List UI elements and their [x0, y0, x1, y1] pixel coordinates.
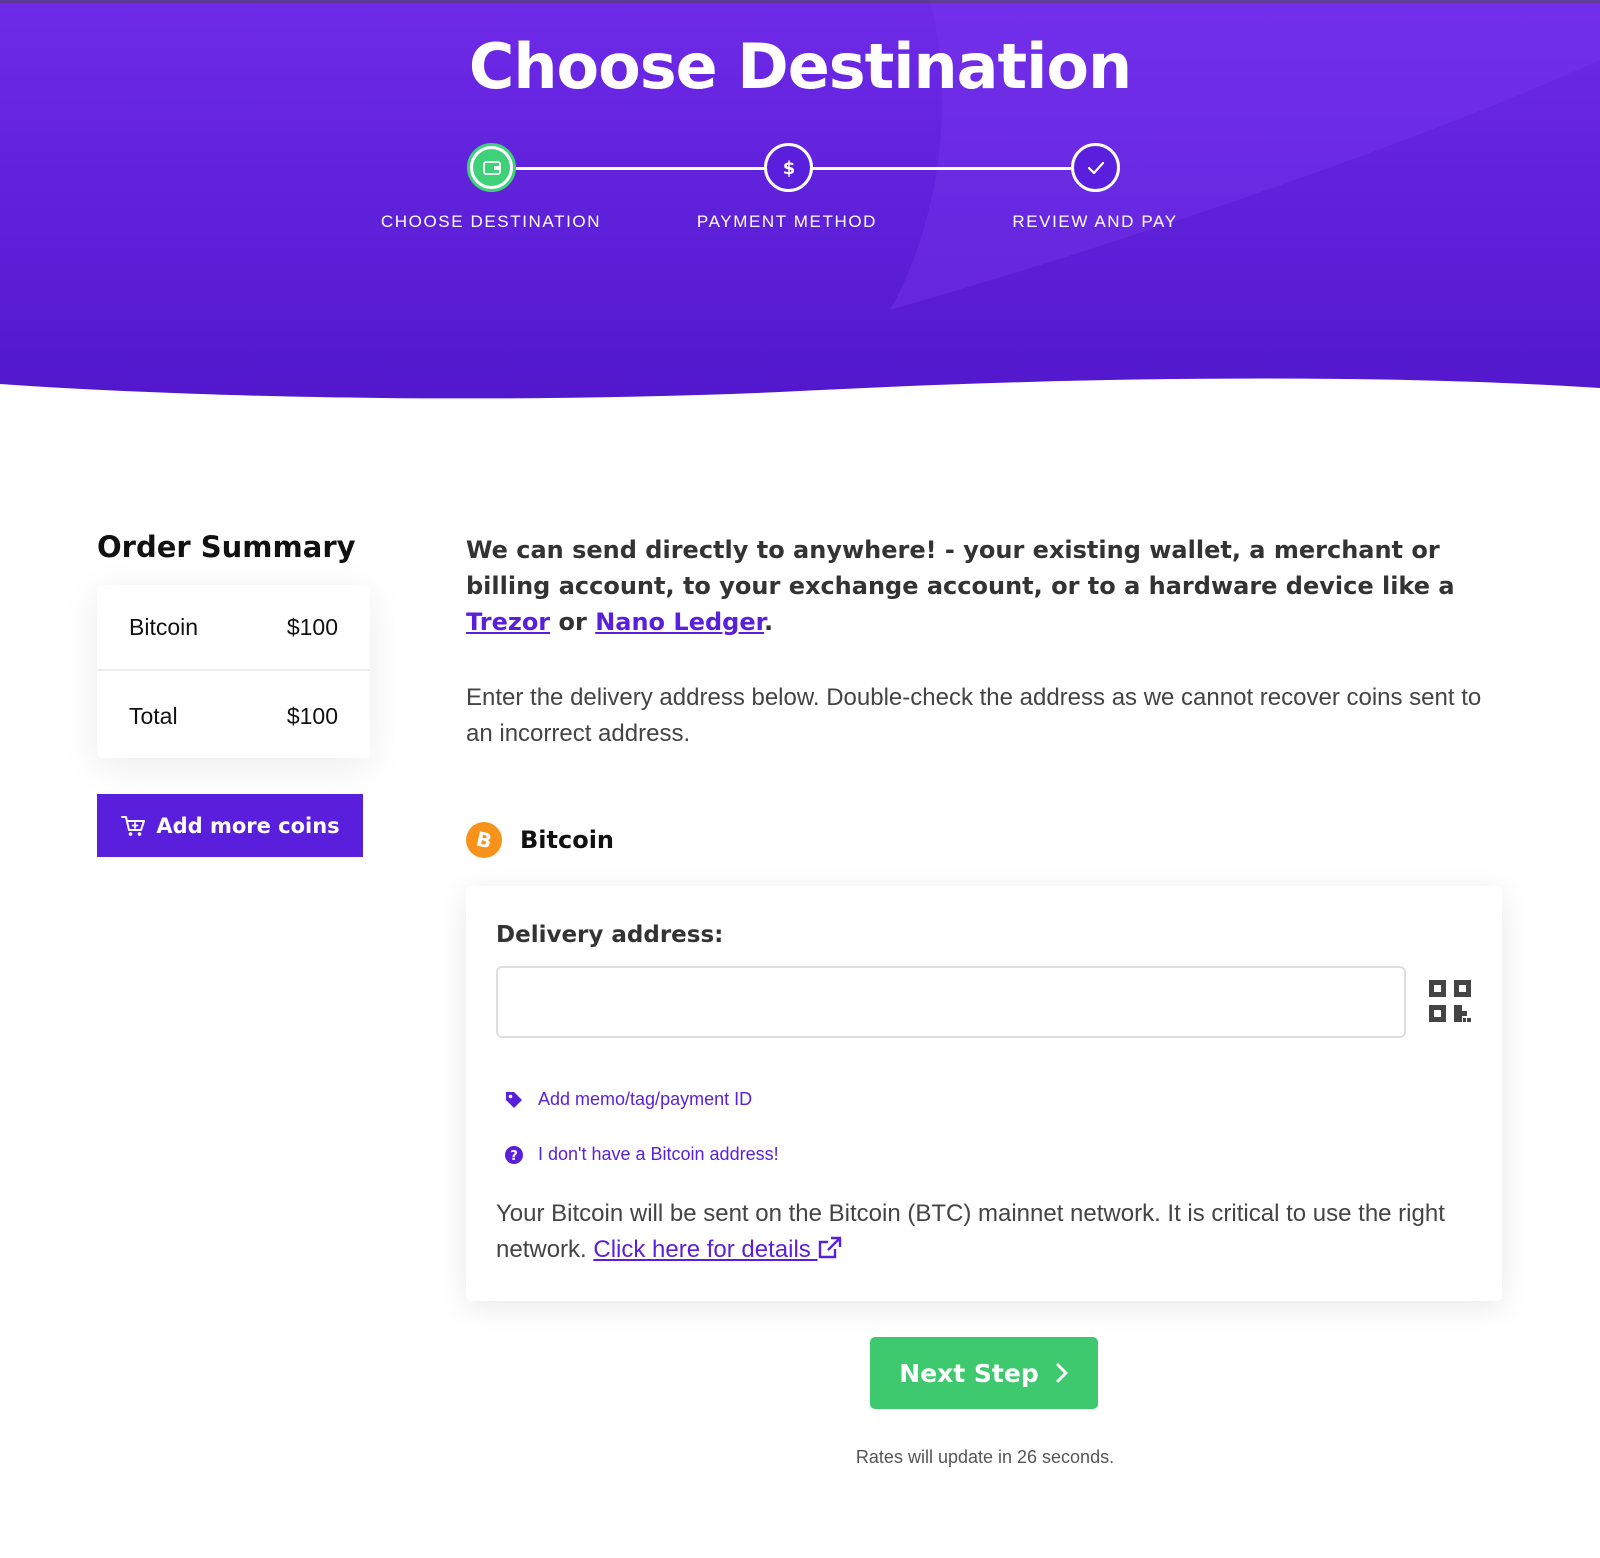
check-icon — [1087, 161, 1104, 174]
delivery-address-input[interactable] — [496, 966, 1406, 1038]
add-more-coins-label: Add more coins — [156, 813, 340, 838]
add-memo-link[interactable]: Add memo/tag/payment ID — [504, 1089, 752, 1110]
order-summary-card: Bitcoin $100 Total $100 — [97, 585, 370, 758]
page-title: Choose Destination — [468, 30, 1132, 103]
progress-stepper: $ CHOOSE DESTINATION PAYMENT METHOD REVI… — [0, 143, 1600, 253]
summary-row-bitcoin: Bitcoin $100 — [97, 585, 370, 671]
chevron-right-icon — [1056, 1363, 1068, 1383]
summary-item-value: $100 — [286, 613, 338, 640]
step-payment-method: $ — [764, 143, 813, 192]
trezor-link[interactable]: Trezor — [466, 608, 550, 636]
nano-ledger-link[interactable]: Nano Ledger — [595, 608, 764, 636]
coin-header: B Bitcoin — [466, 820, 614, 860]
stepper-connector — [812, 167, 1072, 170]
bitcoin-icon: B — [466, 822, 502, 858]
intro-period: . — [764, 608, 774, 636]
address-instructions: Enter the delivery address below. Double… — [466, 684, 1482, 747]
wallet-icon — [482, 160, 501, 175]
svg-text:$: $ — [782, 158, 795, 179]
add-memo-label: Add memo/tag/payment ID — [538, 1089, 753, 1109]
intro-or-text: or — [550, 608, 596, 636]
step-label-payment-method: PAYMENT METHOD — [696, 212, 878, 231]
question-circle-icon: ? — [505, 1145, 523, 1164]
header-banner: Choose Destination $ CHOOSE DESTINATION … — [0, 0, 1600, 410]
network-details-label: Click here for details — [593, 1236, 818, 1263]
svg-text:?: ? — [510, 1149, 518, 1164]
rates-countdown: Rates will update in 26 seconds. — [855, 1447, 1115, 1467]
step-label-choose-destination: CHOOSE DESTINATION — [380, 212, 602, 231]
summary-total-label: Total — [129, 702, 178, 729]
summary-item-label: Bitcoin — [129, 613, 199, 640]
stepper-connector — [515, 167, 765, 170]
intro-text: We can send directly to anywhere! - your… — [466, 536, 1455, 600]
network-note: Your Bitcoin will be sent on the Bitcoin… — [496, 1196, 1476, 1268]
order-summary-title: Order Summary — [97, 530, 356, 564]
cart-icon — [121, 815, 146, 836]
intro-paragraph: We can send directly to anywhere! - your… — [466, 532, 1506, 640]
delivery-address-card: Delivery address: Add memo/tag/payment I… — [466, 886, 1502, 1301]
tag-icon — [506, 1091, 522, 1108]
step-choose-destination — [467, 143, 516, 192]
external-link-icon — [819, 1236, 842, 1259]
no-address-link[interactable]: ? I don't have a Bitcoin address! — [504, 1144, 779, 1165]
next-step-button[interactable]: Next Step — [870, 1337, 1098, 1409]
step-review-and-pay — [1071, 143, 1120, 192]
add-more-coins-button[interactable]: Add more coins — [97, 794, 363, 857]
step-label-review-and-pay: REVIEW AND PAY — [1012, 212, 1178, 231]
coin-name: Bitcoin — [520, 826, 615, 854]
delivery-address-label: Delivery address: — [496, 922, 724, 948]
network-details-link[interactable]: Click here for details — [593, 1236, 843, 1263]
qr-code-icon[interactable] — [1427, 978, 1473, 1024]
dollar-icon: $ — [782, 158, 795, 179]
summary-row-total: Total $100 — [97, 673, 370, 759]
next-step-label: Next Step — [899, 1358, 1039, 1388]
summary-total-value: $100 — [286, 702, 338, 729]
no-address-label: I don't have a Bitcoin address! — [538, 1144, 779, 1164]
